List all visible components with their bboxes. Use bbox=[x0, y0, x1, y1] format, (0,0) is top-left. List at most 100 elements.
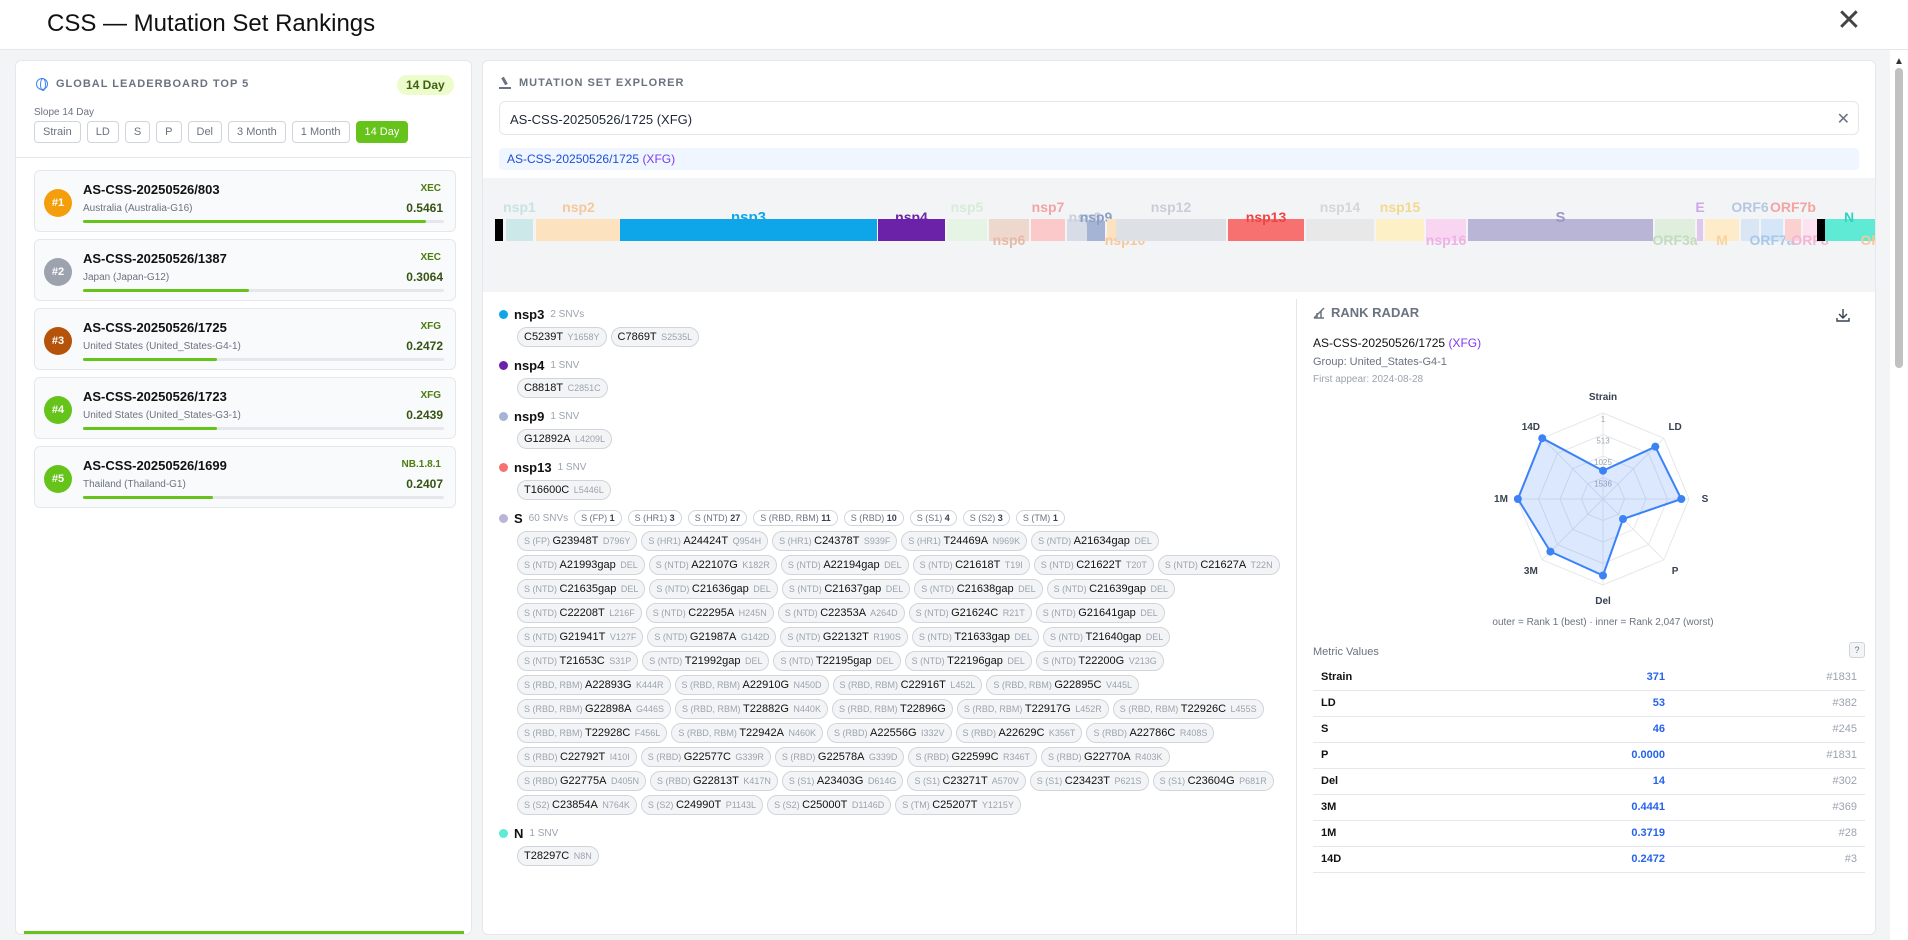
mutation-chip[interactable]: S (NTD) G21624C R21T bbox=[908, 603, 1032, 623]
mutation-chip[interactable]: S (RBD, RBM) A22893G K444R bbox=[517, 675, 671, 695]
filter-p[interactable]: P bbox=[156, 121, 182, 143]
mutation-chip[interactable]: S (S1) C23423T P621S bbox=[1029, 771, 1149, 791]
mutation-chip[interactable]: S (NTD) C21618T T19I bbox=[912, 555, 1030, 575]
clear-search-icon[interactable]: ✕ bbox=[1837, 109, 1850, 129]
mutation-chip[interactable]: S (RBD) G22578A G339D bbox=[774, 747, 905, 767]
region-filter-chip[interactable]: S (RBD) 10 bbox=[843, 510, 904, 526]
vertical-scrollbar[interactable]: ▲ bbox=[1890, 50, 1908, 940]
mutation-chip[interactable]: S (RBD) G22813T K417N bbox=[650, 771, 778, 791]
mutation-chip[interactable]: T28297C N8N bbox=[517, 846, 599, 866]
region-filter-chip[interactable]: S (RBD, RBM) 11 bbox=[753, 510, 838, 526]
mutation-chip[interactable]: S (RBD) G22770A R403K bbox=[1041, 747, 1170, 767]
close-icon[interactable]: ✕ bbox=[1835, 6, 1863, 36]
genome-end-marker[interactable] bbox=[1817, 219, 1825, 241]
gene-segment-nsp15[interactable] bbox=[1376, 219, 1424, 241]
filter-ld[interactable]: LD bbox=[86, 121, 119, 143]
mutation-chip[interactable]: S (RBD, RBM) T22926C L455S bbox=[1112, 699, 1264, 719]
mutation-chip[interactable]: S (RBD) G22599C R346T bbox=[908, 747, 1038, 767]
leaderboard-card[interactable]: #2 AS-CSS-20250526/1387 Japan (Japan-G12) X… bbox=[34, 239, 456, 301]
mutation-chip[interactable]: T16600C L5446L bbox=[517, 480, 611, 500]
mutation-chip[interactable]: C7869T S2535L bbox=[610, 327, 700, 347]
mutation-chip[interactable]: S (RBD) A22629C K356T bbox=[955, 723, 1083, 743]
mutation-chip[interactable]: S (S2) C23854A N764K bbox=[517, 795, 637, 815]
mutation-chip[interactable]: S (RBD) A22786C R408S bbox=[1086, 723, 1215, 743]
region-filter-chip[interactable]: S (HR1) 3 bbox=[627, 510, 682, 526]
mutation-chip[interactable]: S (RBD, RBM) T22928C F456L bbox=[517, 723, 668, 743]
mutation-chip[interactable]: S (NTD) C21638gap DEL bbox=[914, 579, 1043, 599]
mutation-chip[interactable]: S (NTD) T21653C S31P bbox=[517, 651, 639, 671]
mutation-chip[interactable]: S (NTD) T22196gap DEL bbox=[904, 651, 1032, 671]
mutation-chip[interactable]: S (NTD) T22200G V213G bbox=[1035, 651, 1164, 671]
mutation-chip[interactable]: S (RBD, RBM) G22895C V445L bbox=[986, 675, 1139, 695]
scrollbar-thumb[interactable] bbox=[1895, 68, 1903, 368]
mutation-chip[interactable]: C8818T C2851C bbox=[517, 378, 608, 398]
help-icon[interactable]: ? bbox=[1849, 642, 1865, 658]
mutation-chip[interactable]: S (TM) C25207T Y1215Y bbox=[895, 795, 1021, 815]
mutation-chip[interactable]: S (HR1) C24378T S939F bbox=[772, 531, 898, 551]
filter-strain[interactable]: Strain bbox=[34, 121, 81, 143]
mutation-chip[interactable]: S (RBD) A22556G I332V bbox=[827, 723, 952, 743]
mutation-chip[interactable]: S (RBD, RBM) G22898A G446S bbox=[517, 699, 672, 719]
mutation-chip[interactable]: S (NTD) T22195gap DEL bbox=[773, 651, 901, 671]
genome-start-marker[interactable] bbox=[495, 219, 503, 241]
mutation-chip[interactable]: S (NTD) C21637gap DEL bbox=[781, 579, 911, 599]
mutation-chip[interactable]: S (RBD, RBM) T22942A N460K bbox=[671, 723, 824, 743]
mutation-chip[interactable]: S (NTD) C22295A H245N bbox=[645, 603, 774, 623]
region-filter-chip[interactable]: S (S1) 4 bbox=[909, 510, 957, 526]
mutation-chip[interactable]: S (NTD) C21636gap DEL bbox=[649, 579, 778, 599]
gene-segment-E[interactable] bbox=[1697, 219, 1703, 241]
leaderboard-card[interactable]: #1 AS-CSS-20250526/803 Australia (Australi… bbox=[34, 170, 456, 232]
mutation-chip[interactable]: S (NTD) G21987A G142D bbox=[647, 627, 777, 647]
mutation-chip[interactable]: S (S1) C23604G P681R bbox=[1152, 771, 1274, 791]
mutation-chip[interactable]: S (S2) C25000T D1146D bbox=[767, 795, 892, 815]
mutation-chip[interactable]: S (RBD, RBM) T22917G L452R bbox=[956, 699, 1109, 719]
region-filter-chip[interactable]: S (NTD) 27 bbox=[687, 510, 748, 526]
genome-map-svg[interactable]: nsp1 nsp2nsp3 nsp4nsp5nsp6nsp7nsp8nsp9nsp1… bbox=[483, 178, 1876, 292]
mutation-chip[interactable]: S (NTD) A22107G K182R bbox=[648, 555, 777, 575]
gene-segment-nsp14[interactable] bbox=[1306, 219, 1374, 241]
gene-segment-nsp5[interactable] bbox=[947, 219, 987, 241]
mutation-chip[interactable]: S (NTD) T21992gap DEL bbox=[642, 651, 770, 671]
gene-segment-nsp1[interactable] bbox=[506, 219, 533, 241]
mutation-chip[interactable]: S (NTD) G21941T V127F bbox=[517, 627, 644, 647]
leaderboard-card[interactable]: #4 AS-CSS-20250526/1723 United States (Uni… bbox=[34, 377, 456, 439]
mutation-chip[interactable]: S (RBD) C22792T I410I bbox=[517, 747, 637, 767]
scroll-up-icon[interactable]: ▲ bbox=[1894, 56, 1904, 67]
mutation-chip[interactable]: S (NTD) C21639gap DEL bbox=[1046, 579, 1176, 599]
mutation-chip[interactable]: S (NTD) C21627A T22N bbox=[1157, 555, 1280, 575]
mutation-chip[interactable]: S (NTD) C22208T L216F bbox=[517, 603, 642, 623]
mutation-chip[interactable]: S (RBD, RBM) T22882G N440K bbox=[675, 699, 828, 719]
mutation-chip[interactable]: S (S2) C24990T P1143L bbox=[640, 795, 764, 815]
mutation-chip[interactable]: S (S1) A23403G D614G bbox=[781, 771, 904, 791]
filter-3-month[interactable]: 3 Month bbox=[228, 121, 286, 143]
mutation-chip[interactable]: S (NTD) C21635gap DEL bbox=[517, 579, 646, 599]
selected-mutation-set[interactable]: AS-CSS-20250526/1725 (XFG) bbox=[499, 148, 1859, 170]
mutation-set-search[interactable]: ✕ bbox=[499, 101, 1859, 135]
filter-del[interactable]: Del bbox=[187, 121, 223, 143]
mutation-chip[interactable]: S (NTD) T21640gap DEL bbox=[1043, 627, 1171, 647]
mutation-chip[interactable]: S (NTD) T21633gap DEL bbox=[911, 627, 1040, 647]
mutation-chip[interactable]: S (NTD) A21634gap DEL bbox=[1031, 531, 1159, 551]
mutation-chip[interactable]: S (FP) G23948T D796Y bbox=[517, 531, 638, 551]
gene-segment-nsp7[interactable] bbox=[1031, 219, 1065, 241]
region-filter-chip[interactable]: S (TM) 1 bbox=[1015, 510, 1065, 526]
leaderboard-card[interactable]: #3 AS-CSS-20250526/1725 United States (Uni… bbox=[34, 308, 456, 370]
mutation-chip[interactable]: S (HR1) T24469A N969K bbox=[901, 531, 1028, 551]
mutation-chip[interactable]: C5239T Y1658Y bbox=[517, 327, 607, 347]
mutation-chip[interactable]: S (NTD) C22353A A264D bbox=[777, 603, 905, 623]
leaderboard-card[interactable]: #5 AS-CSS-20250526/1699 Thailand (Thailand… bbox=[34, 446, 456, 508]
mutation-chip[interactable]: S (RBD, RBM) T22896G bbox=[831, 699, 953, 719]
gene-segment-nsp12[interactable] bbox=[1116, 219, 1226, 241]
region-filter-chip[interactable]: S (S2) 3 bbox=[962, 510, 1010, 526]
mutation-chip[interactable]: S (NTD) A21993gap DEL bbox=[517, 555, 645, 575]
region-filter-chip[interactable]: S (FP) 1 bbox=[574, 510, 622, 526]
mutation-chip[interactable]: S (RBD, RBM) C22916T L452L bbox=[832, 675, 983, 695]
mutation-chip[interactable]: S (RBD) G22775A D405N bbox=[517, 771, 646, 791]
filter-s[interactable]: S bbox=[124, 121, 151, 143]
mutation-chip[interactable]: S (S1) C23271T A570V bbox=[907, 771, 1026, 791]
mutation-chip[interactable]: S (NTD) A22194gap DEL bbox=[780, 555, 909, 575]
mutation-chip[interactable]: S (RBD) G22577C G339R bbox=[640, 747, 771, 767]
mutation-chip[interactable]: S (NTD) C21622T T20T bbox=[1033, 555, 1154, 575]
filter-1-month[interactable]: 1 Month bbox=[291, 121, 350, 143]
search-input[interactable] bbox=[510, 108, 1810, 130]
